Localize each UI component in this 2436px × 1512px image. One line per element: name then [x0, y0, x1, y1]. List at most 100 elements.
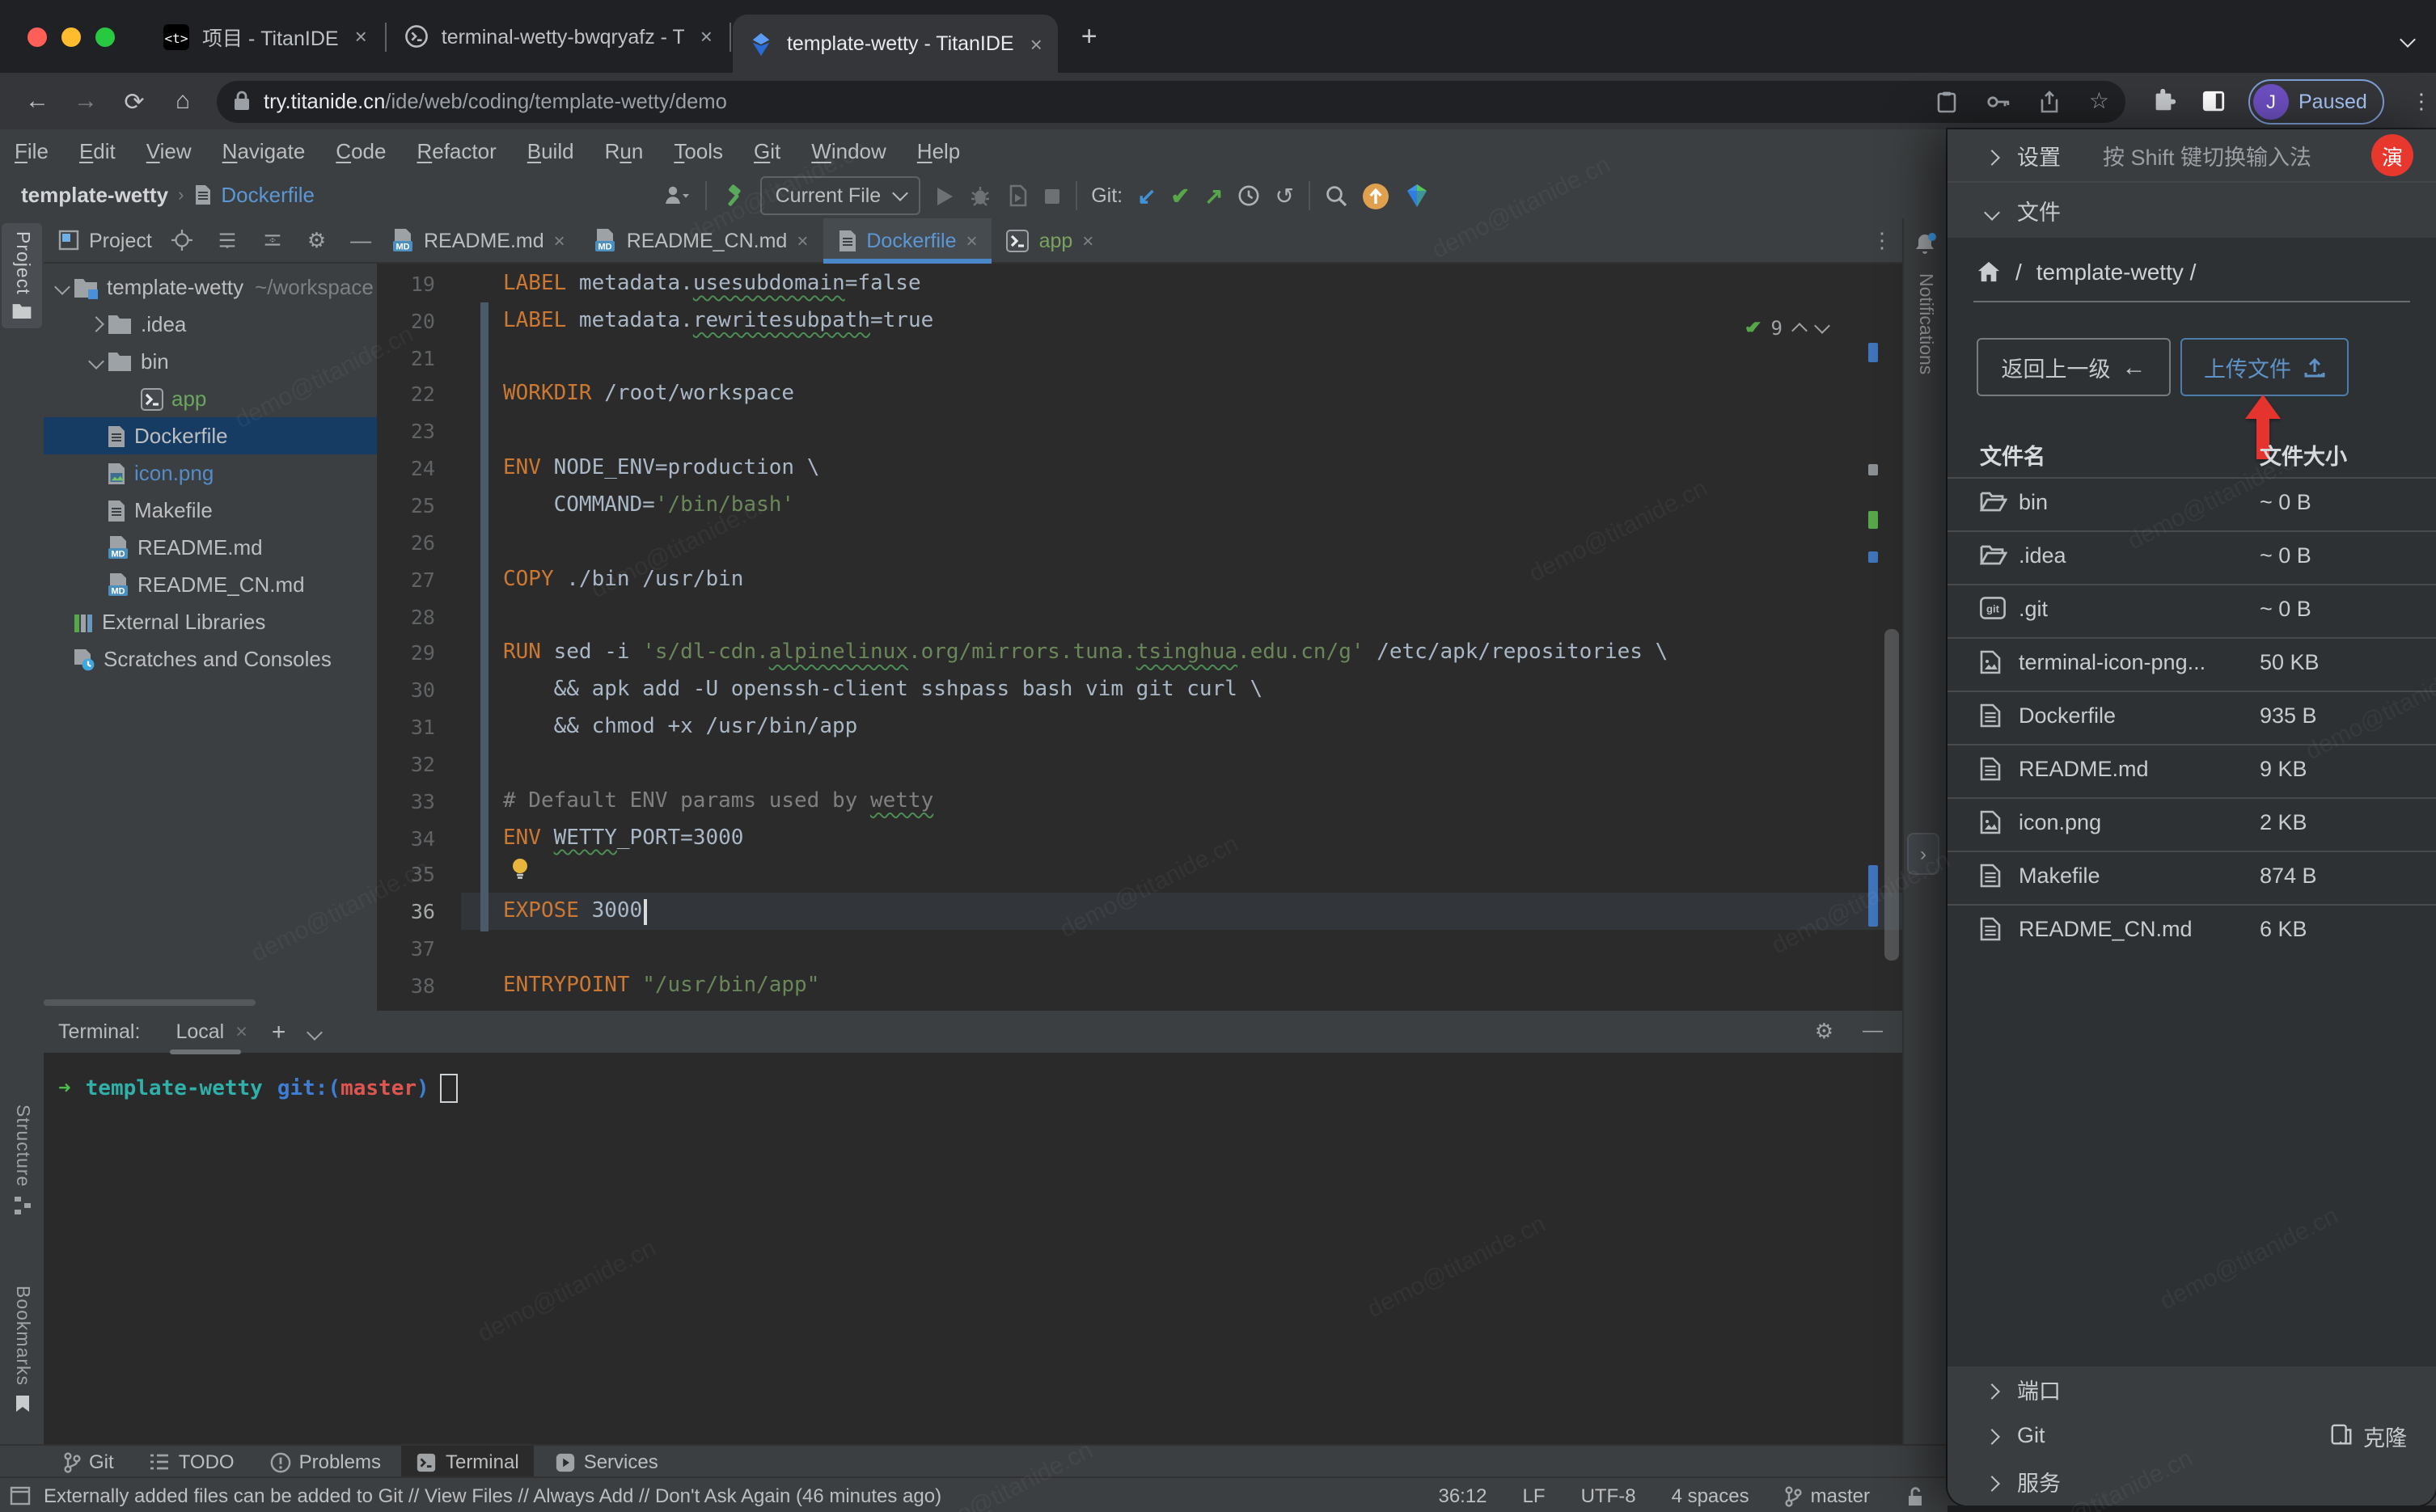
- code-line-24[interactable]: 24 ENV NODE_ENV=production \: [377, 450, 1902, 487]
- expand-all-icon[interactable]: [217, 230, 238, 251]
- code-line-33[interactable]: 33 # Default ENV params used by wetty: [377, 783, 1902, 820]
- drawer-section-端口[interactable]: 端口: [1948, 1366, 2436, 1413]
- ide-gem-icon[interactable]: [1404, 183, 1430, 209]
- home-icon[interactable]: ⌂: [159, 87, 207, 115]
- close-tab-icon[interactable]: ×: [355, 24, 367, 49]
- build-hammer-icon[interactable]: [722, 184, 746, 208]
- code-line-23[interactable]: 23: [377, 413, 1902, 450]
- chevron-down-icon[interactable]: [2400, 24, 2416, 53]
- tree-item-icon-png[interactable]: icon.png: [44, 454, 377, 492]
- close-tab-icon[interactable]: ×: [700, 24, 713, 49]
- code-line-37[interactable]: 37: [377, 930, 1902, 967]
- git-branch-widget[interactable]: master: [1785, 1485, 1870, 1507]
- file-row-makefile[interactable]: Makefile 874 B: [1948, 851, 2436, 904]
- status-message[interactable]: Externally added files can be added to G…: [44, 1485, 941, 1507]
- menu-run[interactable]: Run: [605, 139, 644, 163]
- prev-problem-icon[interactable]: [1791, 323, 1808, 339]
- panel-expand-handle[interactable]: ›: [1907, 833, 1939, 875]
- toolwindow-git[interactable]: Git: [49, 1446, 129, 1478]
- tree-item-readme-cn-md[interactable]: MD README_CN.md: [44, 566, 377, 603]
- next-problem-icon[interactable]: [1814, 318, 1830, 334]
- close-tab-icon[interactable]: ×: [554, 229, 565, 251]
- menu-window[interactable]: Window: [811, 139, 886, 163]
- tree-item-scratches-and-consoles[interactable]: Scratches and Consoles: [44, 640, 377, 678]
- close-window-icon[interactable]: [27, 27, 47, 46]
- close-tab-icon[interactable]: ×: [797, 229, 808, 251]
- hide-panel-icon[interactable]: —: [350, 228, 371, 252]
- menu-navigate[interactable]: Navigate: [222, 139, 306, 163]
- new-tab-button[interactable]: +: [1081, 20, 1097, 53]
- new-terminal-icon[interactable]: +: [272, 1018, 286, 1045]
- chevron-down-icon[interactable]: [84, 353, 107, 370]
- code-line-25[interactable]: 25 COMMAND= '/bin/bash': [377, 487, 1902, 524]
- editor-vscrollbar[interactable]: [1884, 629, 1899, 961]
- code-line-31[interactable]: 31 && chmod +x /usr/bin/app: [377, 708, 1902, 745]
- terminal-dropdown-icon[interactable]: [306, 1020, 323, 1043]
- code-line-21[interactable]: 21: [377, 339, 1902, 376]
- chevron-right-icon[interactable]: [84, 316, 107, 332]
- search-icon[interactable]: [1325, 184, 1347, 207]
- tab-options-kebab-icon[interactable]: ⋮: [1871, 228, 1893, 254]
- project-panel-title[interactable]: Project: [89, 229, 152, 251]
- url-bar[interactable]: try.titanide.cn/ide/web/coding/template-…: [217, 80, 2125, 122]
- menu-edit[interactable]: Edit: [79, 139, 116, 163]
- file-row-terminal-icon-png-[interactable]: terminal-icon-png... 50 KB: [1948, 637, 2436, 691]
- editor-tab-dockerfile[interactable]: Dockerfile ×: [823, 218, 992, 264]
- notifications-bell-icon[interactable]: [1912, 231, 1938, 257]
- file-row-readme-cn-md[interactable]: README_CN.md 6 KB: [1948, 904, 2436, 957]
- code-line-28[interactable]: 28: [377, 598, 1902, 635]
- stop-icon[interactable]: [1042, 187, 1060, 205]
- menu-refactor[interactable]: Refactor: [417, 139, 496, 163]
- bookmark-star-icon[interactable]: ☆: [2089, 87, 2109, 115]
- file-row--idea[interactable]: .idea ~ 0 B: [1948, 530, 2436, 584]
- caret-position[interactable]: 36:12: [1438, 1485, 1487, 1507]
- tree-item-app[interactable]: app: [44, 380, 377, 417]
- toolwindow-services[interactable]: Services: [540, 1446, 673, 1478]
- stripe-structure-button[interactable]: Structure: [2, 1104, 42, 1215]
- editor-tab-readme.md[interactable]: MD README.md ×: [377, 218, 580, 262]
- breadcrumb[interactable]: template-wetty › Dockerfile: [21, 183, 315, 207]
- upload-file-button[interactable]: 上传文件: [2180, 338, 2349, 396]
- browser-tab[interactable]: terminal-wetty-bwqryafz - Tita ×: [388, 9, 729, 64]
- breadcrumb-project[interactable]: template-wetty: [21, 183, 168, 207]
- file-row-icon-png[interactable]: icon.png 2 KB: [1948, 797, 2436, 851]
- home-icon[interactable]: [1977, 260, 2001, 283]
- notifications-label[interactable]: Notifications: [1915, 273, 1935, 374]
- menu-code[interactable]: Code: [336, 139, 386, 163]
- clipboard-icon[interactable]: [1937, 90, 1958, 112]
- code-line-19[interactable]: 19 LABEL metadata. usesubdomain =false: [377, 265, 1902, 302]
- line-separator[interactable]: LF: [1523, 1485, 1546, 1507]
- share-icon[interactable]: [2041, 90, 2060, 112]
- window-icon[interactable]: [10, 1486, 31, 1506]
- debug-bug-icon[interactable]: [968, 184, 991, 207]
- code-line-32[interactable]: 32: [377, 745, 1902, 783]
- minimize-window-icon[interactable]: [61, 27, 81, 46]
- toolwindow-todo[interactable]: TODO: [135, 1446, 249, 1478]
- tree-item-readme-md[interactable]: MD README.md: [44, 529, 377, 566]
- go-up-button[interactable]: 返回上一级 ←: [1977, 338, 2171, 396]
- close-terminal-tab-icon[interactable]: ×: [235, 1020, 247, 1043]
- menu-help[interactable]: Help: [917, 139, 961, 163]
- tree-item-external-libraries[interactable]: External Libraries: [44, 603, 377, 640]
- code-line-26[interactable]: 26: [377, 524, 1902, 561]
- code-line-22[interactable]: 22 WORKDIR /root/workspace: [377, 376, 1902, 413]
- settings-gear-icon[interactable]: ⚙: [307, 227, 326, 253]
- terminal-tab-local[interactable]: Local: [169, 1020, 240, 1054]
- chevron-down-icon[interactable]: [50, 279, 73, 295]
- tree-item-dockerfile[interactable]: Dockerfile: [44, 417, 377, 454]
- user-dropdown-icon[interactable]: [662, 184, 691, 207]
- git-update-icon[interactable]: ↙: [1137, 184, 1156, 207]
- browser-tab[interactable]: template-wetty - TitanIDE ×: [733, 15, 1059, 73]
- intention-bulb-icon[interactable]: [510, 857, 531, 881]
- browser-menu-kebab-icon[interactable]: ⋮: [2411, 88, 2432, 114]
- code-line-20[interactable]: 20 LABEL metadata. rewritesubpath =true: [377, 302, 1902, 340]
- close-tab-icon[interactable]: ×: [1030, 32, 1042, 56]
- history-clock-icon[interactable]: [1238, 184, 1261, 207]
- side-panel-icon[interactable]: [2201, 89, 2226, 113]
- code-area[interactable]: ✔✔ 9 19 LABEL metadata. usesubdomain =false…: [377, 265, 1902, 1035]
- menu-tools[interactable]: Tools: [674, 139, 723, 163]
- browser-profile-button[interactable]: J Paused: [2248, 78, 2385, 124]
- key-icon[interactable]: [1987, 93, 2011, 109]
- collapse-all-icon[interactable]: [262, 230, 283, 251]
- tree-item-bin[interactable]: bin: [44, 343, 377, 380]
